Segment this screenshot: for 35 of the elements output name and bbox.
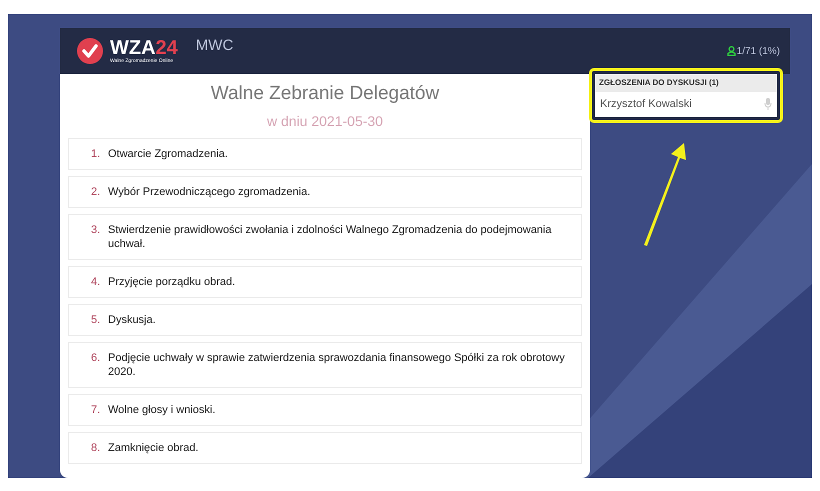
checkmark-logo-icon	[76, 37, 104, 65]
item-number: 7.	[91, 402, 102, 416]
user-icon	[726, 46, 736, 56]
item-number: 4.	[91, 274, 102, 288]
logo-text: WZA24	[110, 38, 178, 58]
microphone-icon	[764, 98, 772, 110]
item-text: Podjęcie uchwały w sprawie zatwierdzenia sprawozdania finansowego Spółki za rok obrotowy 2020.	[108, 350, 566, 378]
item-text: Przyjęcie porządku obrad.	[108, 274, 236, 288]
speaker-row[interactable]: Krzysztof Kowalski	[595, 92, 777, 116]
item-text: Wolne głosy i wnioski.	[108, 402, 216, 416]
item-text: Wybór Przewodniczącego zgromadzenia.	[108, 184, 310, 198]
agenda-item[interactable]: 5. Dyskusja.	[68, 304, 582, 336]
meeting-date: w dniu 2021-05-30	[267, 112, 383, 130]
agenda-item[interactable]: 7. Wolne głosy i wnioski.	[68, 394, 582, 426]
agenda-item[interactable]: 4. Przyjęcie porządku obrad.	[68, 266, 582, 298]
item-number: 1.	[91, 146, 102, 160]
meeting-title: Walne Zebranie Delegatów	[210, 82, 440, 106]
agenda-item[interactable]: 2. Wybór Przewodniczącego zgromadzenia.	[68, 176, 582, 208]
agenda-item[interactable]: 8. Zamknięcie obrad.	[68, 432, 582, 464]
agenda-item[interactable]: 1. Otwarcie Zgromadzenia.	[68, 138, 582, 170]
agenda-item[interactable]: 3. Stwierdzenie prawidłowości zwołania i zdolności Walnego Zgromadzenia do podejmowania uchwał.	[68, 214, 582, 260]
company-name: MWC	[196, 36, 234, 56]
agenda-item[interactable]: 6. Podjęcie uchwały w sprawie zatwierdzenia sprawozdania finansowego Spółki za rok obrotowy 2020.	[68, 342, 582, 388]
item-number: 8.	[91, 440, 102, 454]
speaker-name: Krzysztof Kowalski	[600, 97, 692, 112]
item-number: 5.	[91, 312, 102, 326]
item-text: Zamknięcie obrad.	[108, 440, 198, 454]
item-number: 2.	[91, 184, 102, 198]
item-text: Stwierdzenie prawidłowości zwołania i zdolności Walnego Zgromadzenia do podejmowania uchwał.	[108, 222, 552, 250]
item-number: 3.	[91, 222, 102, 236]
attendance-count: 1/71 (1%)	[736, 44, 780, 58]
discussion-header: ZGŁOSZENIA DO DYSKUSJI (1)	[595, 74, 777, 92]
item-text: Otwarcie Zgromadzenia.	[108, 146, 228, 160]
item-text: Dyskusja.	[108, 312, 156, 326]
item-number: 6.	[91, 350, 102, 364]
